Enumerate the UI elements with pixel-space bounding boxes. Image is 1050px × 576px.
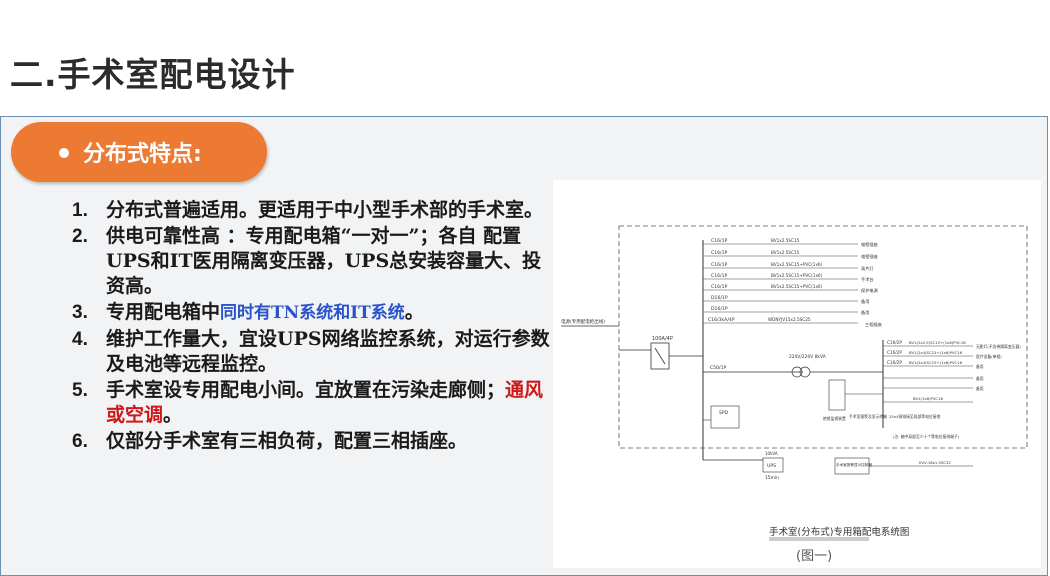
bullet-dot-icon — [59, 148, 69, 158]
item-number: 3. — [72, 302, 88, 323]
tn-cable-label: BV1x2.5SC15+PVC(1x6) — [771, 262, 823, 267]
section-pill: 分布式特点: — [11, 122, 267, 182]
item-number: 1. — [72, 200, 88, 221]
tn-cable-label: BV1x2.5SC15 — [771, 238, 800, 243]
list-item: 4. 维护工作量大，宜设UPS网络监控系统，对运行参数及电池等远程监控。 — [72, 327, 554, 377]
it-load-label: 备用 — [976, 386, 984, 391]
ups-rating-label: 10kVA — [765, 451, 778, 456]
page-title: 二.手术室配电设计 — [10, 55, 296, 94]
tn-breaker-label: C16/1P — [711, 284, 728, 290]
tn-breaker-label: D16/1P — [711, 306, 728, 312]
item-text: 维护工作量大，宜设UPS网络监控系统，对运行参数及电池等远程监控。 — [106, 328, 550, 375]
it-load-label: 备用 — [976, 376, 984, 381]
item-text: 专用配电箱中 — [106, 301, 221, 323]
tn-load-label: 保护电源 — [861, 287, 879, 294]
wiring-diagram: 电源(专用配电柜出线) 100A/4P C16/1P C16/1P C16/1P… — [553, 180, 1041, 568]
tn-breaker-label: C16/1P — [711, 262, 728, 268]
tn-breaker-labels: C16/1P C16/1P C16/1P C16/1P C16/1P D16/1… — [708, 238, 735, 323]
tn-breaker-label: C16/1P — [711, 238, 728, 244]
title-bar: 二.手术室配电设计 — [0, 0, 1050, 116]
figure-label: (图一) — [796, 549, 832, 564]
wiring-diagram-svg: 电源(专用配电柜出线) 100A/4P C16/1P C16/1P C16/1P… — [561, 225, 1028, 564]
tn-breaker-label: C16/1P — [711, 250, 728, 256]
spd-label: SPD — [719, 410, 729, 416]
feature-list: 1. 分布式普遍适用。更适用于中小型手术部的手术室。 2. 供电可靠性高 ：专用… — [72, 198, 554, 455]
list-item: 6. 仅部分手术室有三相负荷，配置三相插座。 — [72, 429, 554, 454]
it-load-label: 备用 — [976, 364, 984, 369]
tn-cable-label: BV1x2.5SC15 — [771, 250, 800, 255]
main-breaker-label: 100A/4P — [652, 336, 673, 342]
it-load-labels: 无影灯(不含带隔离变压器) 医疗设备(单相) 备用 备用 备用 — [976, 344, 1021, 391]
cabinet-outline — [618, 225, 1028, 449]
tn-cable-label: BV1x2.5SC15+PVC(1x6) — [771, 284, 823, 289]
it-breaker-label: C16/2P — [887, 360, 902, 365]
ground-note: 25x4铜排接至局部等电位接地 — [889, 414, 940, 419]
it-cable-label: BV1(1x6)PVC16 — [913, 396, 943, 401]
item-number: 4. — [72, 329, 88, 350]
tn-cable-label: BV1x2.5SC15+PVC(1x6) — [771, 273, 823, 278]
it-cable-label: BV1(2x4)SC15+(1x6)PVC16 — [909, 360, 963, 365]
item-text-end: 。 — [404, 301, 424, 323]
ups-box-label: UPS — [767, 463, 776, 469]
transformer-label: 220V/220V 8kVA — [789, 354, 826, 360]
tn-breaker-label: C16/3kA/4P — [708, 317, 735, 323]
tn-load-label: 电壁插座 — [861, 241, 878, 248]
tn-load-label: 观片灯 — [861, 265, 874, 272]
tn-load-labels: 电壁插座 电壁插座 观片灯 手术台 保护电源 备用 备用 三相插座 — [861, 241, 882, 328]
tn-breaker-label: C16/1P — [711, 273, 728, 279]
ups-note-label: 15min — [765, 475, 779, 481]
item-number: 2. — [72, 226, 88, 247]
alarm-cable-label: KVV-16x1.5SC32 — [919, 460, 951, 465]
it-cable-label: BV1(2x2.5)SC15+(1x6)PVC16 — [909, 340, 966, 345]
tn-load-label: 三相插座 — [865, 321, 882, 328]
tn-load-label: 备用 — [861, 309, 869, 316]
item-number: 6. — [72, 431, 88, 452]
it-breaker-label: C16/2P — [887, 340, 902, 345]
highlight-blue: 同时有TN系统和IT系统 — [220, 303, 405, 323]
it-load-label: 无影灯(不含带隔离变压器) — [976, 344, 1021, 349]
tn-load-label: 电壁插座 — [861, 253, 878, 260]
tn-load-label: 手术台 — [861, 276, 874, 283]
diagram-caption: 手术室(分布式)专用箱配电系统图 — [769, 526, 909, 538]
monitor-label: 绝缘监视装置 — [823, 416, 846, 421]
tn-cable-label: WDNYJV15x2.5SC25 — [768, 317, 811, 322]
it-breaker-label: C16/2P — [887, 350, 902, 355]
alarm-box-label: 手术室报警显示控制器 — [836, 462, 872, 467]
incoming-label: 电源(专用配电柜出线) — [561, 318, 605, 325]
bottom-note: (注: 箱中局部至少十个等电位接线端子) — [893, 434, 960, 439]
item-text: 仅部分手术室有三相负荷，配置三相插座。 — [106, 430, 468, 452]
tn-breaker-label: D16/1P — [711, 295, 728, 301]
it-cable-labels: BV1(2x2.5)SC15+(1x6)PVC16 BV1(2x4)SC15+(… — [909, 340, 966, 401]
list-item: 3. 专用配电箱中同时有TN系统和IT系统。 — [72, 300, 554, 326]
item-text: 手术室设专用配电小间。宜放置在污染走廊侧； — [106, 379, 506, 401]
tn-load-label: 备用 — [861, 298, 869, 305]
list-item: 1. 分布式普遍适用。更适用于中小型手术部的手术室。 — [72, 198, 554, 223]
it-breaker-labels: C16/2P C16/2P C16/2P — [887, 340, 902, 365]
it-cable-label: BV1(2x4)SC15+(1x6)PVC16 — [909, 350, 963, 355]
terminal-label: 手术室报警及显示终端 — [849, 414, 887, 419]
item-text-end: 。 — [163, 404, 183, 426]
tn-cable-labels: BV1x2.5SC15 BV1x2.5SC15 BV1x2.5SC15+PVC(… — [768, 238, 823, 322]
item-text: 分布式普遍适用。更适用于中小型手术部的手术室。 — [106, 199, 544, 221]
spd-box — [710, 405, 740, 429]
item-number: 5. — [72, 380, 88, 401]
list-item: 2. 供电可靠性高 ：专用配电箱“一对一”；各自 配置UPS和IT医用隔离变压器… — [72, 224, 554, 299]
ups-breaker-label: C50/1P — [710, 365, 727, 371]
list-item: 5. 手术室设专用配电小间。宜放置在污染走廊侧；通风或空调。 — [72, 378, 554, 428]
item-text: 供电可靠性高 ：专用配电箱“一对一”；各自 配置UPS和IT医用隔离变压器，UP… — [106, 225, 542, 297]
section-label: 分布式特点: — [83, 142, 202, 167]
it-load-label: 医疗设备(单相) — [976, 354, 1002, 359]
